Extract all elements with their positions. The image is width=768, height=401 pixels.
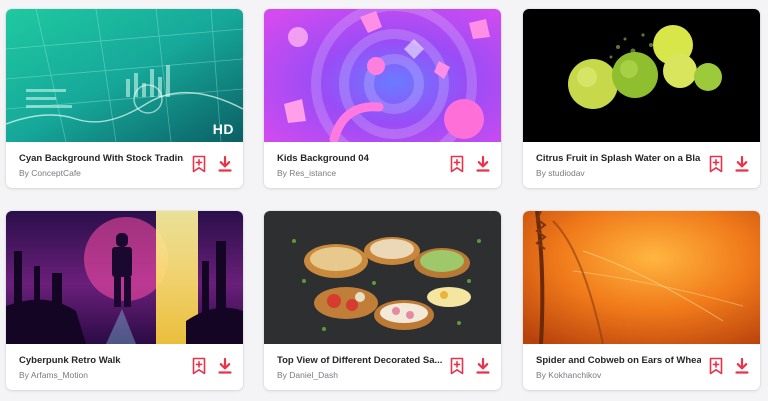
add-to-collection-icon (449, 155, 465, 173)
author-link[interactable]: Arfams_Motion (31, 370, 88, 380)
download-button[interactable] (475, 357, 491, 375)
card-title[interactable]: Kids Background 04 (277, 153, 442, 165)
download-icon (217, 155, 233, 173)
download-button[interactable] (734, 155, 750, 173)
card-meta: Kids Background 04 By Res_istance (264, 142, 501, 188)
thumbnail-kids-background[interactable] (264, 9, 501, 142)
card-meta: Cyan Background With Stock Tradin... By … (6, 142, 243, 188)
download-button[interactable] (217, 357, 233, 375)
author-link[interactable]: Kokhanchikov (548, 370, 601, 380)
add-to-collection-icon (449, 357, 465, 375)
video-card[interactable]: HD Cyan Background With Stock Tradin... … (6, 9, 243, 188)
download-icon (475, 155, 491, 173)
video-card[interactable]: Citrus Fruit in Splash Water on a Bla...… (523, 9, 760, 188)
card-title[interactable]: Cyan Background With Stock Tradin... (19, 153, 184, 165)
author-link[interactable]: studiodav (548, 168, 584, 178)
hd-badge: HD (212, 121, 234, 137)
card-title[interactable]: Cyberpunk Retro Walk (19, 355, 184, 367)
card-meta: Cyberpunk Retro Walk By Arfams_Motion (6, 344, 243, 390)
card-meta: Citrus Fruit in Splash Water on a Bla...… (523, 142, 760, 188)
card-actions (191, 155, 233, 173)
card-title[interactable]: Top View of Different Decorated Sa... (277, 355, 442, 367)
add-to-collection-icon (191, 357, 207, 375)
add-to-collection-button[interactable] (449, 357, 465, 375)
card-actions (191, 357, 233, 375)
add-to-collection-button[interactable] (708, 357, 724, 375)
author-link[interactable]: Daniel_Dash (289, 370, 338, 380)
author-link[interactable]: Res_istance (289, 168, 336, 178)
card-title[interactable]: Spider and Cobweb on Ears of Whea... (536, 355, 701, 367)
card-meta: Top View of Different Decorated Sa... By… (264, 344, 501, 390)
add-to-collection-icon (708, 357, 724, 375)
add-to-collection-button[interactable] (449, 155, 465, 173)
card-actions (449, 155, 491, 173)
download-button[interactable] (217, 155, 233, 173)
download-icon (734, 155, 750, 173)
add-to-collection-button[interactable] (191, 155, 207, 173)
card-actions (708, 155, 750, 173)
add-to-collection-button[interactable] (708, 155, 724, 173)
thumbnail-citrus-fruit[interactable] (523, 9, 760, 142)
results-grid: HD Cyan Background With Stock Tradin... … (0, 0, 768, 401)
add-to-collection-icon (191, 155, 207, 173)
thumbnail-cyberpunk-walk[interactable] (6, 211, 243, 344)
thumbnail-decorated-sandwiches[interactable] (264, 211, 501, 344)
video-card[interactable]: Spider and Cobweb on Ears of Whea... By … (523, 211, 760, 390)
thumbnail-spider-cobweb[interactable] (523, 211, 760, 344)
thumbnail-stock-trading[interactable]: HD (6, 9, 243, 142)
author-link[interactable]: ConceptCafe (31, 168, 81, 178)
card-title[interactable]: Citrus Fruit in Splash Water on a Bla... (536, 153, 701, 165)
download-icon (734, 357, 750, 375)
card-actions (708, 357, 750, 375)
add-to-collection-button[interactable] (191, 357, 207, 375)
video-card[interactable]: Cyberpunk Retro Walk By Arfams_Motion (6, 211, 243, 390)
download-icon (475, 357, 491, 375)
video-card[interactable]: Kids Background 04 By Res_istance (264, 9, 501, 188)
card-meta: Spider and Cobweb on Ears of Whea... By … (523, 344, 760, 390)
video-card[interactable]: Top View of Different Decorated Sa... By… (264, 211, 501, 390)
download-button[interactable] (475, 155, 491, 173)
download-icon (217, 357, 233, 375)
card-actions (449, 357, 491, 375)
download-button[interactable] (734, 357, 750, 375)
add-to-collection-icon (708, 155, 724, 173)
